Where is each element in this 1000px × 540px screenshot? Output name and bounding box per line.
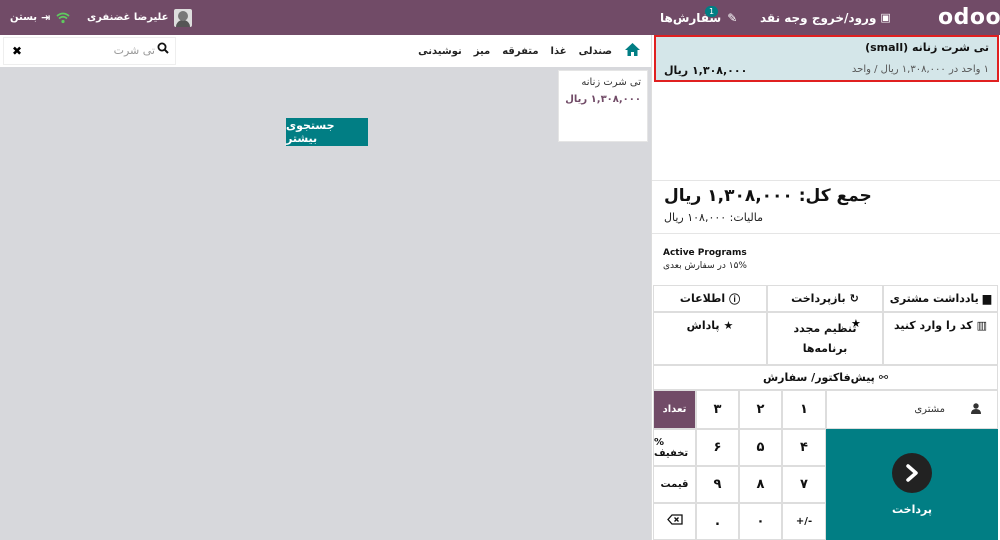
- order-line-detail: ۱ واحد در ۱,۳۰۸,۰۰۰ ریال / واحد: [851, 64, 989, 75]
- numpad-key-3[interactable]: ۳: [696, 390, 739, 429]
- home-icon[interactable]: [624, 41, 641, 62]
- backspace-button[interactable]: [653, 503, 696, 540]
- money-icon: ▣: [880, 11, 891, 24]
- reset-programs-button[interactable]: تنظیم مجدد برنامه‌ها: [767, 312, 883, 365]
- reward-button[interactable]: ★ پاداش: [653, 312, 767, 365]
- clear-search-icon[interactable]: ✖: [12, 44, 22, 58]
- order-line-price: ۱,۳۰۸,۰۰۰ ریال: [664, 64, 748, 77]
- category-drinks[interactable]: نوشیدنی: [418, 46, 462, 57]
- info-label: اطلاعات: [679, 292, 726, 305]
- close-session-button[interactable]: بستن ⇥: [10, 0, 50, 35]
- avatar: [174, 8, 193, 27]
- info-icon: ⓘ: [729, 292, 741, 306]
- sign-out-icon: ⇥: [41, 11, 51, 24]
- category-bar: ✖ تی شرت صندلی غذا متفرقه میز نوشیدنی: [0, 35, 651, 67]
- refund-label: بازپرداخت: [791, 292, 846, 305]
- star-icon: ★: [851, 317, 861, 330]
- numpad-key-1[interactable]: ۱: [782, 390, 826, 429]
- category-chairs[interactable]: صندلی: [579, 46, 612, 57]
- customer-note-label: یادداشت مشتری: [889, 292, 979, 305]
- wifi-icon: [56, 0, 70, 35]
- search-icon: [157, 42, 169, 57]
- chevron-right-icon: [892, 453, 932, 493]
- user-icon: [971, 402, 981, 417]
- numpad-key-5[interactable]: ۵: [739, 429, 782, 466]
- customer-label: مشتری: [914, 404, 945, 415]
- undo-icon: ↻: [849, 292, 859, 305]
- numpad-key-2[interactable]: ۲: [739, 390, 782, 429]
- product-name: تی شرت زنانه: [581, 77, 641, 88]
- quantity-mode-button[interactable]: تعداد: [653, 390, 696, 429]
- price-mode-button[interactable]: قیمت: [653, 466, 696, 503]
- orders-count-badge: 1: [705, 6, 719, 17]
- numpad-key-4[interactable]: ۴: [782, 429, 826, 466]
- order-line[interactable]: تی شرت زنانه (small) ۱ واحد در ۱,۳۰۸,۰۰۰…: [654, 35, 999, 82]
- customer-note-button[interactable]: ▆ یادداشت مشتری: [883, 285, 998, 312]
- product-card[interactable]: تی شرت زنانه ۱,۳۰۸,۰۰۰ ریال: [558, 70, 648, 142]
- star-icon: ★: [723, 319, 734, 332]
- programs-text: ۱۵% در سفارش بعدی: [663, 261, 747, 271]
- link-icon: ⚯: [878, 371, 889, 384]
- cashier-name: علیرضا غضنفری: [87, 12, 169, 23]
- search-value: تی شرت: [113, 44, 155, 57]
- info-button[interactable]: ⓘ اطلاعات: [653, 285, 767, 312]
- numpad-key-7[interactable]: ۷: [782, 466, 826, 503]
- reward-label: پاداش: [686, 319, 720, 332]
- barcode-icon: ▥: [976, 319, 988, 332]
- refund-button[interactable]: ↻ بازپرداخت: [767, 285, 883, 312]
- discount-mode-button[interactable]: % تخفیف: [653, 429, 696, 466]
- cashier-button[interactable]: علیرضا غضنفری: [87, 0, 193, 35]
- plus-minus-button[interactable]: +/-: [782, 503, 826, 540]
- backspace-icon: [666, 514, 683, 529]
- order-totals: جمع کل: ۱,۳۰۸,۰۰۰ ریال مالیات: ۱۰۸,۰۰۰ ر…: [652, 180, 1000, 232]
- numpad-key-8[interactable]: ۸: [739, 466, 782, 503]
- pos-topbar: odoo ورود/خروج وجه نقد ▣ سفارش‌ها ✎ 1 عل…: [0, 0, 1000, 35]
- decimal-point-button[interactable]: .: [696, 503, 739, 540]
- enter-code-button[interactable]: ▥ کد را وارد کنید: [883, 312, 998, 365]
- order-tax: مالیات: ۱۰۸,۰۰۰ ریال: [664, 211, 763, 224]
- cash-in-out-button[interactable]: ورود/خروج وجه نقد ▣: [760, 0, 891, 35]
- order-line-name: تی شرت زنانه (small): [865, 41, 989, 54]
- search-more-button[interactable]: جستجوی بیشتر: [286, 118, 368, 146]
- pay-label: پرداخت: [892, 503, 932, 516]
- category-misc[interactable]: متفرقه: [502, 46, 538, 57]
- pay-button[interactable]: پرداخت: [826, 429, 998, 540]
- order-total: جمع کل: ۱,۳۰۸,۰۰۰ ریال: [664, 186, 872, 206]
- odoo-logo: odoo: [938, 5, 1000, 30]
- numpad-key-9[interactable]: ۹: [696, 466, 739, 503]
- pencil-icon: ✎: [727, 10, 738, 25]
- customer-button[interactable]: مشتری: [826, 390, 998, 429]
- product-screen: ✖ تی شرت صندلی غذا متفرقه میز نوشیدنی تی…: [0, 35, 651, 540]
- category-food[interactable]: غذا: [551, 46, 567, 57]
- search-input[interactable]: ✖ تی شرت: [3, 37, 176, 65]
- enter-code-label: کد را وارد کنید: [893, 319, 973, 332]
- close-label: بستن: [10, 12, 38, 23]
- active-programs: Active Programs ۱۵% در سفارش بعدی: [652, 233, 1000, 285]
- proforma-label: پیش‌فاکتور/ سفارش: [762, 371, 875, 384]
- product-price: ۱,۳۰۸,۰۰۰ ریال: [565, 94, 641, 105]
- numpad-key-6[interactable]: ۶: [696, 429, 739, 466]
- numpad-key-0[interactable]: ۰: [739, 503, 782, 540]
- note-icon: ▆: [982, 292, 992, 305]
- category-tables[interactable]: میز: [474, 46, 491, 57]
- orders-button[interactable]: سفارش‌ها ✎: [660, 0, 737, 35]
- cash-in-out-label: ورود/خروج وجه نقد: [760, 10, 877, 25]
- proforma-button[interactable]: ⚯ پیش‌فاکتور/ سفارش: [653, 365, 998, 390]
- programs-title: Active Programs: [663, 248, 747, 258]
- category-list: صندلی غذا متفرقه میز نوشیدنی: [418, 35, 641, 67]
